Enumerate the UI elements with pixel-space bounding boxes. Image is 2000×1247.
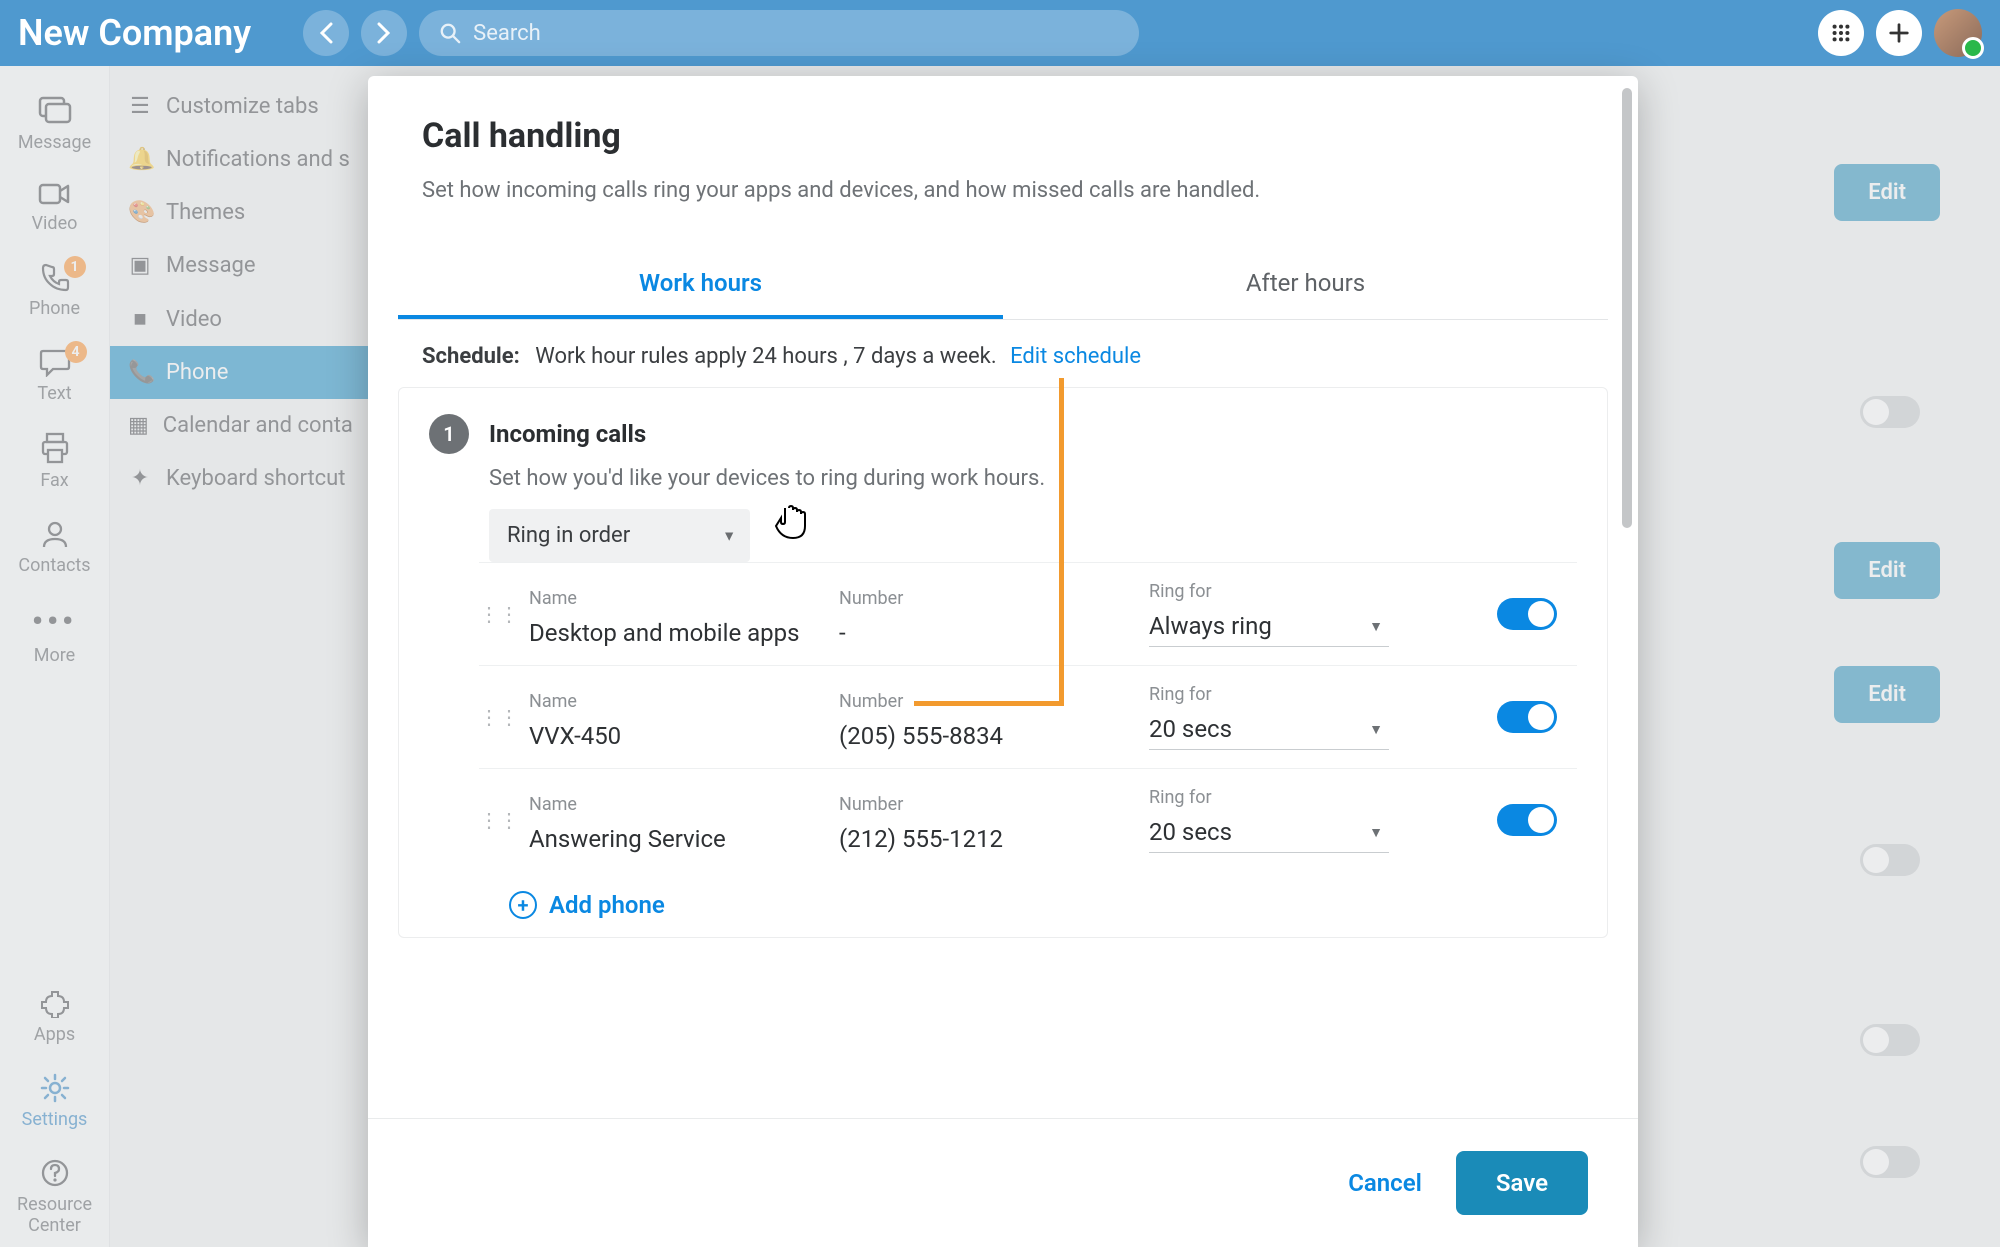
chevron-down-icon: ▼ bbox=[1369, 824, 1383, 841]
search-input[interactable] bbox=[473, 21, 1119, 46]
col-ringfor: Ring for bbox=[1149, 684, 1389, 705]
modal-title: Call handling bbox=[422, 116, 1584, 156]
device-row-2: ⋮⋮ Name Answering Service Number (212) 555… bbox=[479, 768, 1577, 871]
cancel-button[interactable]: Cancel bbox=[1348, 1151, 1422, 1215]
col-name: Name bbox=[529, 794, 839, 815]
schedule-row: Schedule: Work hour rules apply 24 hours… bbox=[368, 320, 1638, 387]
col-ringfor: Ring for bbox=[1149, 581, 1389, 602]
new-action-button[interactable] bbox=[1876, 10, 1922, 56]
modal-scrollbar[interactable] bbox=[1622, 88, 1632, 528]
step-number: 1 bbox=[429, 414, 469, 454]
dialpad-button[interactable] bbox=[1818, 10, 1864, 56]
chevron-right-icon bbox=[377, 22, 391, 44]
plus-circle-icon: + bbox=[509, 891, 537, 919]
col-ringfor: Ring for bbox=[1149, 787, 1389, 808]
drag-handle-icon[interactable]: ⋮⋮ bbox=[479, 808, 529, 832]
chevron-down-icon: ▼ bbox=[1369, 618, 1383, 635]
incoming-calls-panel: 1 Incoming calls Set how you'd like your… bbox=[398, 387, 1608, 938]
col-number: Number bbox=[839, 794, 1149, 815]
ringfor-select[interactable]: 20 secs▼ bbox=[1149, 715, 1389, 750]
nav-forward-button[interactable] bbox=[361, 10, 407, 56]
schedule-label: Schedule: bbox=[422, 344, 520, 369]
nav-back-button[interactable] bbox=[303, 10, 349, 56]
user-avatar[interactable] bbox=[1934, 9, 1982, 57]
chevron-down-icon: ▼ bbox=[1369, 721, 1383, 738]
col-name: Name bbox=[529, 588, 839, 609]
modal-description: Set how incoming calls ring your apps an… bbox=[422, 178, 1584, 203]
ringfor-select[interactable]: 20 secs▼ bbox=[1149, 818, 1389, 853]
modal-tabs: Work hours After hours bbox=[398, 251, 1608, 320]
col-name: Name bbox=[529, 691, 839, 712]
add-phone-button[interactable]: + Add phone bbox=[509, 891, 1577, 919]
search-icon bbox=[439, 22, 461, 44]
schedule-text: Work hour rules apply 24 hours , 7 days … bbox=[535, 344, 996, 369]
ring-mode-select[interactable]: Ring in order ▼ bbox=[489, 509, 750, 562]
chevron-left-icon bbox=[319, 22, 333, 44]
drag-handle-icon[interactable]: ⋮⋮ bbox=[479, 705, 529, 729]
ringfor-select[interactable]: Always ring▼ bbox=[1149, 612, 1389, 647]
dialpad-icon bbox=[1830, 22, 1852, 44]
device-toggle[interactable] bbox=[1497, 598, 1557, 630]
device-toggle[interactable] bbox=[1497, 701, 1557, 733]
drag-handle-icon[interactable]: ⋮⋮ bbox=[479, 602, 529, 626]
device-toggle[interactable] bbox=[1497, 804, 1557, 836]
step-title: Incoming calls bbox=[489, 420, 646, 448]
tab-work-hours[interactable]: Work hours bbox=[398, 251, 1003, 319]
search-box[interactable] bbox=[419, 10, 1139, 56]
annotation-highlight bbox=[914, 378, 1064, 706]
save-button[interactable]: Save bbox=[1456, 1151, 1588, 1215]
plus-icon bbox=[1888, 22, 1910, 44]
top-bar: New Company bbox=[0, 0, 2000, 66]
device-number: (212) 555-1212 bbox=[839, 825, 1149, 853]
chevron-down-icon: ▼ bbox=[722, 527, 736, 544]
device-number: (205) 555-8834 bbox=[839, 722, 1149, 750]
edit-schedule-link[interactable]: Edit schedule bbox=[1010, 344, 1141, 369]
ring-mode-value: Ring in order bbox=[507, 523, 630, 548]
call-handling-modal: Call handling Set how incoming calls rin… bbox=[368, 76, 1638, 1247]
device-name: Desktop and mobile apps bbox=[529, 619, 839, 647]
modal-footer: Cancel Save bbox=[368, 1118, 1638, 1247]
brand-title: New Company bbox=[18, 12, 251, 54]
tab-after-hours[interactable]: After hours bbox=[1003, 251, 1608, 319]
cursor-icon bbox=[771, 498, 811, 542]
device-name: Answering Service bbox=[529, 825, 839, 853]
device-name: VVX-450 bbox=[529, 722, 839, 750]
